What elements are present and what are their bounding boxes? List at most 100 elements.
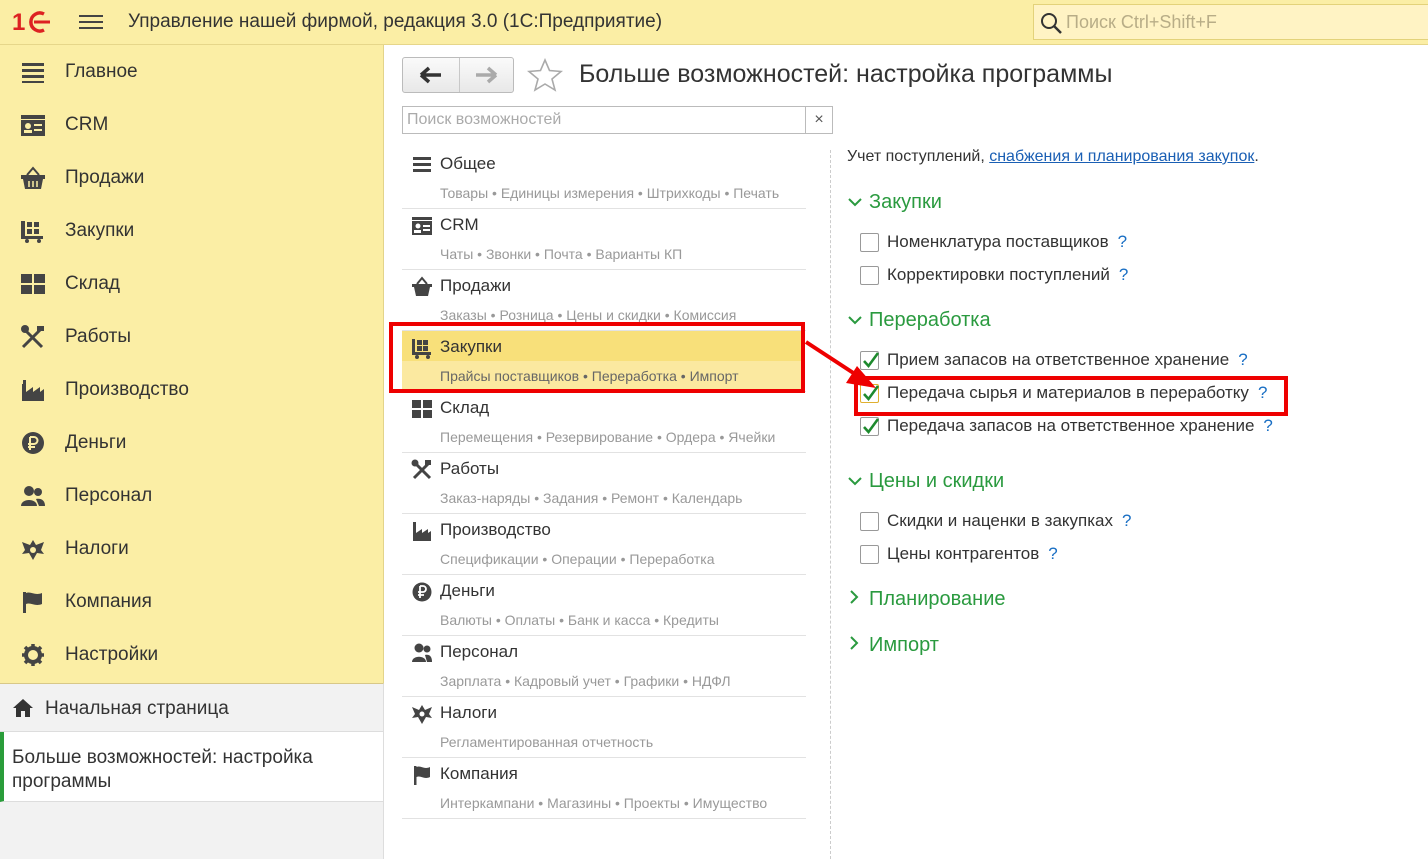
ruble-icon [412, 582, 432, 602]
sidebar-item-settings[interactable]: Настройки [0, 628, 384, 681]
section-subtitle: Валюты • Оплаты • Банк и касса • Кредиты [440, 612, 719, 628]
global-search-input[interactable]: Поиск Ctrl+Shift+F [1033, 4, 1428, 40]
help-icon[interactable]: ? [1118, 232, 1127, 251]
option-label: Цены контрагентов [887, 544, 1040, 563]
help-icon[interactable]: ? [1263, 416, 1272, 435]
sidebar-item-taxes[interactable]: Налоги [0, 522, 384, 575]
help-icon[interactable]: ? [1238, 350, 1247, 369]
group-import-header[interactable]: Импорт [847, 634, 939, 657]
group-processing-header[interactable]: Переработка [847, 309, 991, 332]
section-crm[interactable]: CRM Чаты • Звонки • Почта • Варианты КП [402, 209, 806, 270]
section-subtitle: Товары • Единицы измерения • Штрихкоды •… [440, 185, 780, 201]
section-company[interactable]: Компания Интеркампани • Магазины • Проек… [402, 758, 806, 819]
sidebar-item-personnel[interactable]: Персонал [0, 469, 384, 522]
group-title: Планирование [869, 588, 1006, 610]
sidebar-item-warehouse[interactable]: Склад [0, 257, 384, 310]
section-subtitle: Заказ-наряды • Задания • Ремонт • Календ… [440, 490, 743, 506]
forward-button[interactable] [460, 58, 516, 92]
section-subtitle: Спецификации • Операции • Переработка [440, 551, 715, 567]
open-windows-panel: Начальная страница Больше возможностей: … [0, 683, 384, 859]
checkbox[interactable] [860, 512, 879, 531]
checkbox[interactable] [860, 266, 879, 285]
section-personnel[interactable]: Персонал Зарплата • Кадровый учет • Граф… [402, 636, 806, 697]
features-search-input[interactable] [405, 109, 803, 131]
group-title: Импорт [869, 634, 939, 656]
back-button[interactable] [403, 58, 459, 92]
sidebar-item-purchases[interactable]: Закупки [0, 204, 384, 257]
chevron-right-icon [847, 588, 869, 611]
section-subtitle: Регламентированная отчетность [440, 734, 654, 750]
intro-end: . [1254, 148, 1259, 165]
clear-search-button[interactable]: × [805, 106, 833, 134]
open-window-tab[interactable]: Больше возможностей: настройка программы [0, 732, 383, 802]
features-search-field[interactable] [402, 106, 806, 134]
section-subtitle: Зарплата • Кадровый учет • Графики • НДФ… [440, 673, 731, 689]
section-taxes[interactable]: Налоги Регламентированная отчетность [402, 697, 806, 758]
chevron-down-icon [847, 470, 869, 493]
group-prices-header[interactable]: Цены и скидки [847, 470, 1004, 493]
sidebar-item-main[interactable]: Главное [0, 45, 384, 98]
sidebar-item-sales[interactable]: Продажи [0, 151, 384, 204]
checkbox-checked[interactable] [860, 351, 880, 370]
section-name: Компания [440, 764, 518, 783]
people-icon [21, 486, 45, 506]
search-icon [1041, 13, 1062, 34]
sidebar-item-money[interactable]: Деньги [0, 416, 384, 469]
section-name: Производство [440, 520, 551, 539]
menu-list-icon [413, 157, 431, 172]
sidebar-item-company[interactable]: Компания [0, 575, 384, 628]
settings-intro: Учет поступлений, снабжения и планирован… [847, 148, 1259, 166]
group-purchases-header[interactable]: Закупки [847, 191, 942, 214]
basket-icon [412, 276, 432, 296]
panel-divider [830, 150, 831, 859]
sidebar-item-works[interactable]: Работы [0, 310, 384, 363]
section-subtitle: Заказы • Розница • Цены и скидки • Комис… [440, 307, 737, 323]
1c-logo-icon[interactable]: 1 [12, 8, 64, 36]
help-icon[interactable]: ? [1119, 265, 1128, 284]
sidebar-item-label: Компания [65, 591, 152, 612]
home-page-label: Начальная страница [45, 698, 229, 719]
highlight-frame-purchases [389, 322, 805, 393]
checkbox-checked[interactable] [860, 417, 880, 436]
section-general[interactable]: Общее Товары • Единицы измерения • Штрих… [402, 148, 806, 209]
section-warehouse[interactable]: Склад Перемещения • Резервирование • Орд… [402, 392, 806, 453]
section-works[interactable]: Работы Заказ-наряды • Задания • Ремонт •… [402, 453, 806, 514]
flag-icon [414, 766, 430, 785]
main-menu-icon[interactable] [79, 11, 103, 33]
home-page-link[interactable]: Начальная страница [0, 684, 383, 732]
section-name: Персонал [440, 642, 519, 661]
favorite-star-icon[interactable] [527, 58, 563, 92]
highlight-frame-option [854, 376, 1288, 416]
help-icon[interactable]: ? [1122, 511, 1131, 530]
people-icon [412, 643, 432, 662]
checkbox[interactable] [860, 545, 879, 564]
warehouse-grid-icon [412, 400, 432, 418]
section-name: Деньги [440, 581, 495, 600]
eagle-emblem-icon [22, 540, 44, 560]
sidebar-item-crm[interactable]: CRM [0, 98, 384, 151]
svg-text:1: 1 [12, 9, 25, 36]
group-planning-header[interactable]: Планирование [847, 588, 1006, 611]
group-title: Закупки [869, 191, 942, 213]
option-label: Номенклатура поставщиков [887, 232, 1109, 251]
chevron-right-icon [847, 634, 869, 657]
menu-list-icon [22, 63, 44, 83]
sidebar-item-label: CRM [65, 114, 109, 135]
navigation-buttons [402, 57, 514, 93]
section-name: Продажи [440, 276, 511, 295]
sidebar-item-production[interactable]: Производство [0, 363, 384, 416]
checkbox[interactable] [860, 233, 879, 252]
section-name: Налоги [440, 703, 497, 722]
factory-icon [413, 522, 431, 541]
tools-icon [21, 325, 44, 349]
gear-icon [22, 644, 44, 666]
sections-sidebar: Главное CRM Продажи Закупки Склад Работы… [0, 45, 384, 683]
option-label: Корректировки поступлений [887, 265, 1110, 284]
chevron-down-icon [847, 309, 869, 332]
section-production[interactable]: Производство Спецификации • Операции • П… [402, 514, 806, 575]
global-search-placeholder: Поиск Ctrl+Shift+F [1066, 12, 1217, 32]
procurement-planning-link[interactable]: снабжения и планирования закупок [989, 148, 1254, 165]
help-icon[interactable]: ? [1048, 544, 1057, 563]
eagle-emblem-icon [412, 705, 432, 724]
section-money[interactable]: Деньги Валюты • Оплаты • Банк и касса • … [402, 575, 806, 636]
